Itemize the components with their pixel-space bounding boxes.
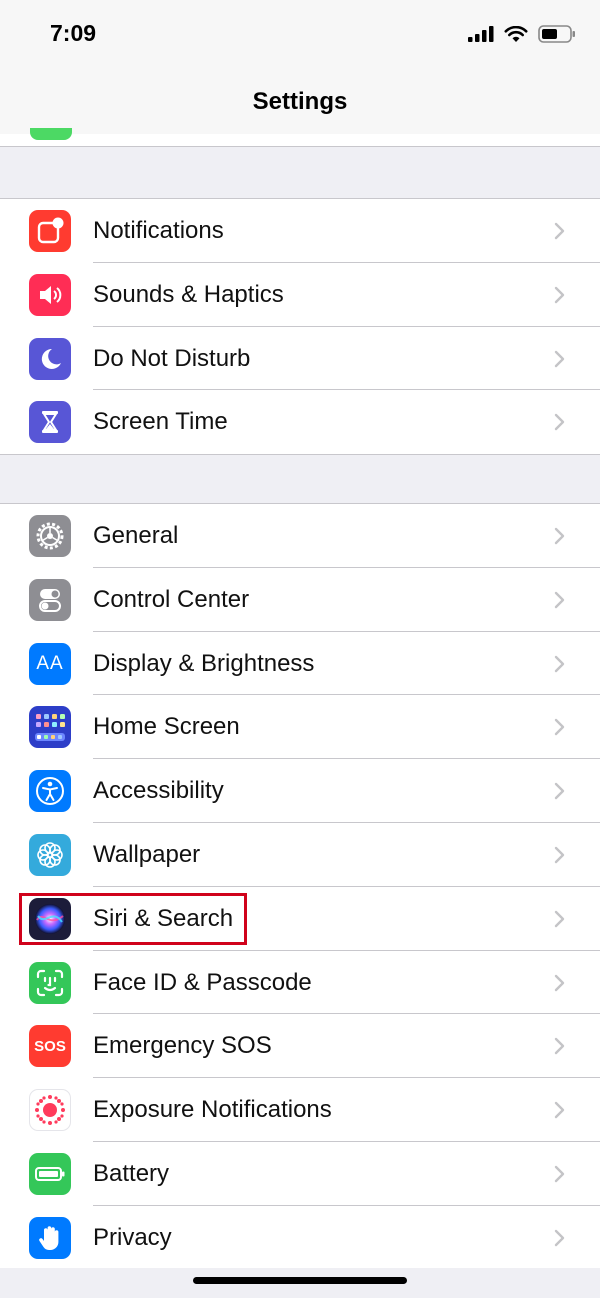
chevron-right-icon [554,1229,565,1246]
row-label: Privacy [93,1223,172,1251]
battery-status-icon [538,25,575,43]
chevron-right-icon [554,655,565,672]
row-label: Do Not Disturb [93,344,251,372]
row-label: Screen Time [93,408,228,436]
text-size-icon: AA [29,642,71,685]
status-time: 7:09 [50,20,97,46]
home-indicator[interactable] [193,1277,407,1284]
highlight-box [19,893,247,945]
chevron-right-icon [554,222,565,240]
toggles-icon [29,578,71,621]
row-label: Emergency SOS [93,1032,272,1060]
chevron-right-icon [554,719,565,736]
chevron-right-icon [554,527,565,545]
settings-row-face-id[interactable]: Face ID & Passcode [0,951,600,1015]
chevron-right-icon [554,974,565,991]
settings-row-notifications[interactable]: Notifications [0,199,600,263]
status-bar: 7:09 [0,0,600,70]
notifications-icon [29,210,71,252]
row-label: Notifications [93,217,224,244]
exposure-icon [29,1089,71,1132]
row-label: Face ID & Passcode [93,968,312,996]
chevron-right-icon [554,910,565,927]
page-title: Settings [252,88,348,115]
settings-row-wallpaper[interactable]: Wallpaper [0,823,600,887]
settings-row-display-brightness[interactable]: AA Display & Brightness [0,632,600,696]
chevron-right-icon [554,782,565,800]
settings-row-privacy[interactable]: Privacy [0,1206,600,1270]
sos-text: SOS [34,1037,66,1055]
settings-group-2: General Control Center AA Display & Brig… [0,503,600,1271]
gear-icon [29,515,71,557]
row-label: Battery [93,1159,170,1187]
chevron-right-icon [554,1101,565,1119]
row-label: Sounds & Haptics [93,280,284,308]
chevron-right-icon [554,286,565,303]
row-label: Wallpaper [93,840,201,868]
settings-row-accessibility[interactable]: Accessibility [0,759,600,823]
chevron-right-icon [554,591,565,608]
row-label: Exposure Notifications [93,1096,332,1124]
cellular-signal-icon [468,26,494,42]
settings-row-general[interactable]: General [0,504,600,568]
partial-green-icon [30,128,72,140]
chevron-right-icon [554,1038,565,1055]
navigation-bar: Settings [0,70,600,135]
row-label: Accessibility [93,777,224,805]
row-label: Home Screen [93,713,240,741]
settings-row-emergency-sos[interactable]: SOS Emergency SOS [0,1014,600,1079]
accessibility-icon [29,770,71,813]
sos-icon: SOS [29,1025,71,1068]
battery-icon [29,1152,71,1195]
speaker-icon [29,273,71,316]
settings-row-control-center[interactable]: Control Center [0,568,600,632]
settings-row-exposure-notifications[interactable]: Exposure Notifications [0,1078,600,1142]
wifi-icon [504,25,528,42]
settings-row-sounds[interactable]: Sounds & Haptics [0,263,600,327]
row-label: Control Center [93,585,250,613]
settings-row-screen-time[interactable]: Screen Time [0,390,600,454]
settings-group-1: Notifications Sounds & Haptics Do Not Di… [0,198,600,456]
status-icons [468,25,576,43]
settings-row-battery[interactable]: Battery [0,1142,600,1206]
aa-text: AA [36,652,64,674]
list-item-partial[interactable] [0,128,600,147]
settings-row-do-not-disturb[interactable]: Do Not Disturb [0,327,600,391]
settings-row-home-screen[interactable]: Home Screen [0,695,600,760]
app-grid-icon [29,706,71,749]
moon-icon [29,337,71,380]
hourglass-icon [29,401,71,444]
row-label: Display & Brightness [93,649,315,677]
hand-icon [29,1216,71,1259]
face-id-icon [29,961,71,1004]
row-label: General [93,522,179,549]
chevron-right-icon [554,350,565,367]
flower-icon [29,833,71,876]
chevron-right-icon [554,846,565,864]
chevron-right-icon [554,414,565,431]
chevron-right-icon [554,1165,565,1183]
